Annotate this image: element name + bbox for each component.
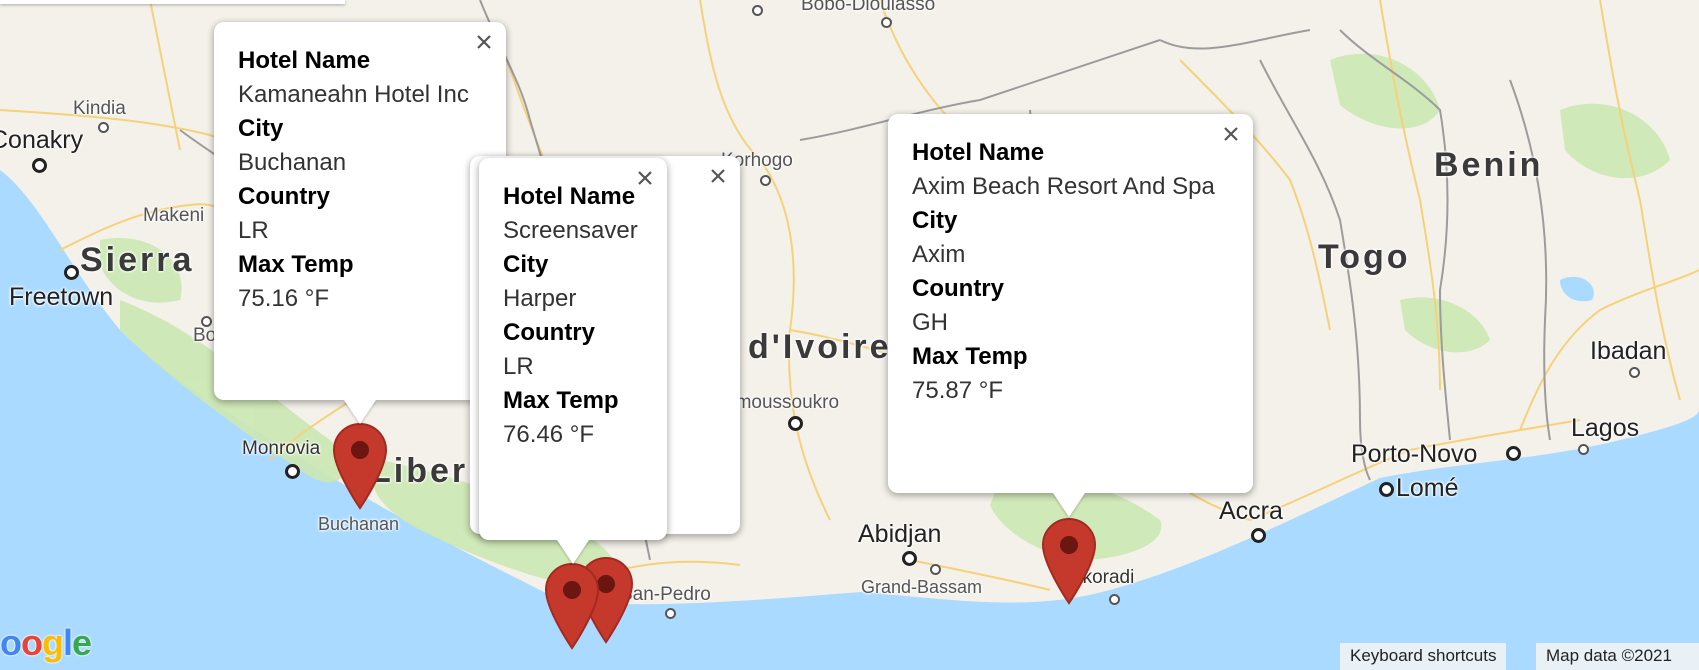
label-lagos: Lagos [1571,414,1640,442]
country-label: Country [912,275,1004,302]
city-dot-grand-bassam [930,564,941,575]
hotel-info: Hotel Name Axim Beach Resort And Spa Cit… [912,136,1229,408]
close-icon[interactable] [633,166,657,190]
max-temp-label: Max Temp [503,387,619,414]
map-type-control[interactable] [0,0,345,4]
label-buchanan: Buchanan [318,514,400,534]
label-abidjan: Abidjan [858,520,942,548]
max-temp-value: 76.46 °F [503,421,594,448]
max-temp-label: Max Temp [912,343,1028,370]
hotel-name-label: Hotel Name [912,139,1045,166]
map-canvas[interactable]: Bobo-Dioulasso Kindia Conakry Makeni Sie… [0,0,1699,670]
city-dot-ibadan [1629,367,1640,378]
keyboard-shortcuts-link[interactable]: Keyboard shortcuts [1340,643,1507,670]
city-dot-porto-novo [1506,446,1521,461]
hotel-name-value: Axim Beach Resort And Spa [912,173,1215,200]
infowindow-tail [344,400,376,424]
city-label: City [238,115,284,142]
hotel-name-value: Screensaver [503,217,638,244]
hotel-info: Hotel Name Kamaneahn Hotel Inc City Buch… [238,44,482,316]
country-value: LR [503,353,534,380]
close-icon[interactable] [706,164,730,188]
country-value: GH [912,309,948,336]
city-dot-kindia [98,122,109,133]
map-data-attribution[interactable]: Map data ©2021 [1536,643,1699,670]
label-yamoussoukro: amoussoukro [725,392,840,413]
infowindow-tail [557,540,589,564]
city-dot-takoradi [1109,594,1120,605]
label-porto-novo: Porto-Novo [1351,440,1478,468]
close-icon[interactable] [472,30,496,54]
country-label: Country [503,319,595,346]
marker-buchanan[interactable] [332,422,388,510]
hotel-name-label: Hotel Name [238,47,371,74]
label-accra: Accra [1219,497,1283,525]
label-lome: Lomé [1396,474,1459,502]
label-bobo-dioulasso: Bobo-Dioulasso [801,0,936,15]
city-dot-monrovia [285,464,300,479]
label-monrovia: Monrovia [242,438,321,459]
city-label: City [912,207,958,234]
city-value: Buchanan [238,149,347,176]
marker-axim[interactable] [1041,517,1097,605]
label-makeni: Makeni [143,205,205,226]
label-bo: Bo [193,325,217,346]
hotel-name-label: Hotel Name [503,183,636,210]
infowindow-axim: Hotel Name Axim Beach Resort And Spa Cit… [888,114,1253,517]
city-dot-accra [1251,528,1266,543]
city-dot-bobo [881,17,892,28]
label-benin: Benin [1434,146,1544,184]
country-label: Country [238,183,330,210]
google-logo[interactable]: oogle [0,622,92,664]
max-temp-value: 75.16 °F [238,285,329,312]
max-temp-label: Max Temp [238,251,354,278]
infowindow-buchanan: Hotel Name Kamaneahn Hotel Inc City Buch… [214,22,506,424]
country-value: LR [238,217,269,244]
max-temp-value: 75.87 °F [912,377,1003,404]
city-dot-korhogo [760,175,771,186]
label-grand-bassam: Grand-Bassam [861,577,983,597]
city-dot-lome [1379,482,1394,497]
city-dot-north [752,5,763,16]
label-kindia: Kindia [73,98,126,119]
city-value: Harper [503,285,577,312]
label-sierra-leone: Sierra [80,241,195,279]
city-dot-san-pedro [665,608,676,619]
close-icon[interactable] [1219,122,1243,146]
city-label: City [503,251,549,278]
marker-harper[interactable] [544,562,600,650]
city-dot-abidjan [902,551,917,566]
label-conakry: Conakry [0,126,84,154]
hotel-info: Hotel Name Screensaver City Harper Count… [503,180,643,452]
label-cote-divoire: d'Ivoire [748,328,892,366]
city-dot-yamoussoukro [788,416,803,431]
city-dot-lagos [1578,444,1589,455]
city-value: Axim [912,241,966,268]
hotel-name-value: Kamaneahn Hotel Inc [238,81,469,108]
city-dot-freetown [64,265,79,280]
label-togo: Togo [1318,238,1411,276]
infowindow-tail [1053,493,1085,517]
city-dot-bo [201,316,212,327]
label-ibadan: Ibadan [1590,337,1667,365]
label-freetown: Freetown [9,283,114,311]
infowindow-harper: Hotel Name Screensaver City Harper Count… [479,158,667,564]
city-dot-conakry [32,158,47,173]
